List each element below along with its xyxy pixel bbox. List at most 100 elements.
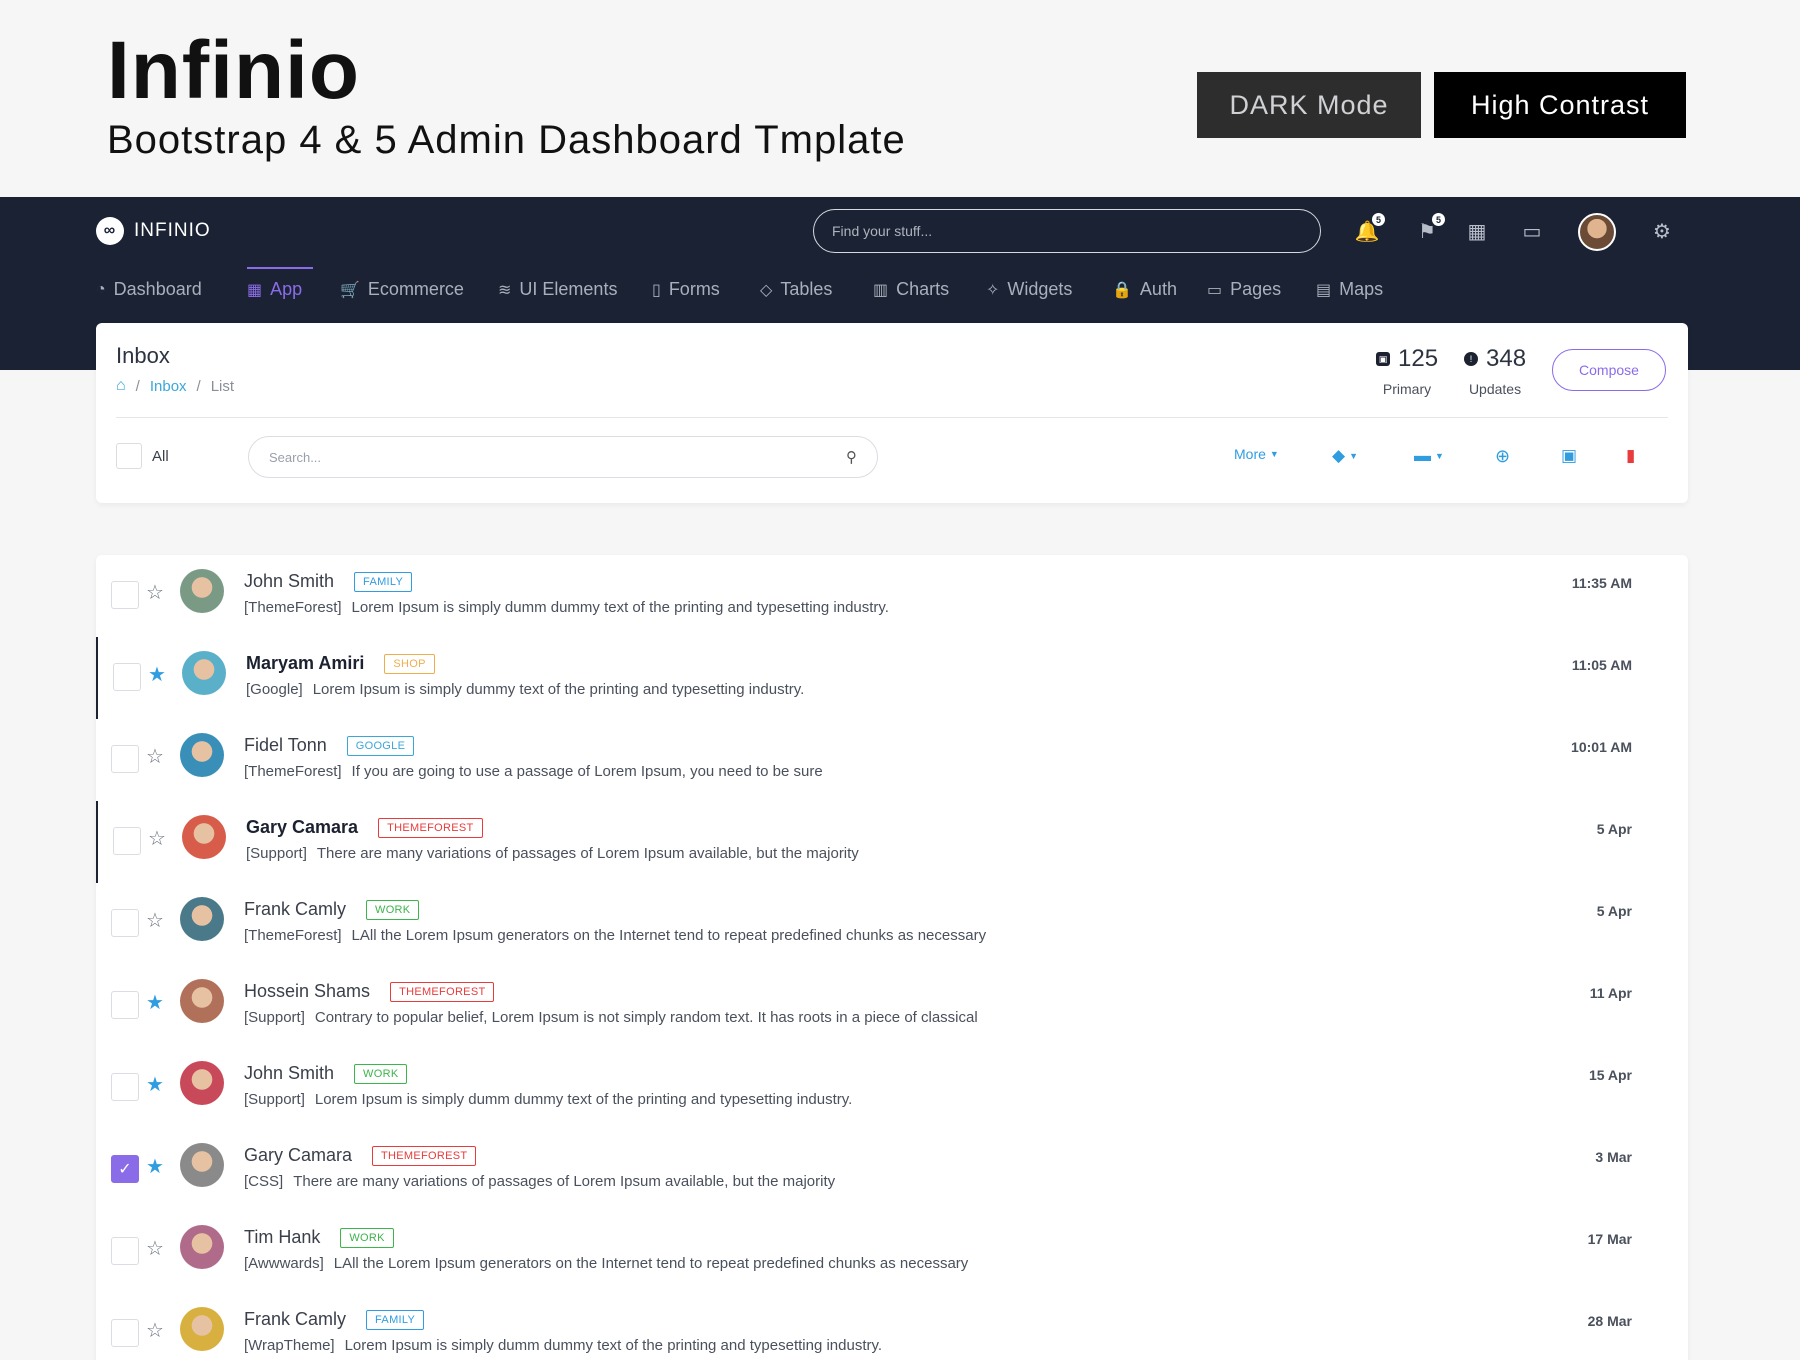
sender-name: Fidel Tonn xyxy=(244,735,327,755)
sender-name: Gary Camara xyxy=(246,817,359,837)
sender-name: John Smith xyxy=(244,571,335,591)
more-dropdown[interactable]: More ▼ xyxy=(1234,446,1279,462)
email-preview: [CSS] There are many variations of passag… xyxy=(244,1173,835,1190)
sender: Frank Camly FAMILY xyxy=(244,1309,425,1330)
add-circle-button[interactable]: ⊕ xyxy=(1495,446,1510,467)
row-checkbox[interactable] xyxy=(111,991,139,1019)
label-badge[interactable]: THEMEFOREST xyxy=(378,817,483,838)
label-badge[interactable]: THEMEFOREST xyxy=(390,981,495,1002)
apps-grid-icon[interactable]: ▦ xyxy=(1463,217,1491,245)
brand-logo[interactable]: ∞ INFINIO xyxy=(96,217,211,245)
dark-mode-button[interactable]: DARK Mode xyxy=(1197,72,1421,138)
email-row[interactable]: ★ Maryam Amiri SHOP [Google] Lorem Ipsum is … xyxy=(96,637,1688,719)
star-icon[interactable]: ★ xyxy=(148,662,166,687)
delete-button[interactable]: ▮ xyxy=(1626,446,1635,466)
star-icon[interactable]: ★ xyxy=(146,990,164,1015)
avatar xyxy=(182,815,226,859)
email-row[interactable]: ★ Hossein Shams THEMEFOREST [Support] Contra… xyxy=(96,965,1688,1047)
high-contrast-button[interactable]: High Contrast xyxy=(1434,72,1686,138)
label-badge[interactable]: GOOGLE xyxy=(346,735,415,756)
nav-item-forms[interactable]: ▯ Forms xyxy=(652,279,720,300)
tag-dropdown[interactable]: ◆ ▼ xyxy=(1332,446,1358,466)
more-label: More xyxy=(1234,446,1266,462)
email-source: [Support] xyxy=(244,1009,305,1026)
nav-item-widgets[interactable]: ✧ Widgets xyxy=(986,279,1072,300)
nav-label: Maps xyxy=(1339,279,1384,299)
caret-down-icon: ▼ xyxy=(1269,449,1279,459)
email-time: 28 Mar xyxy=(1587,1313,1632,1329)
label-badge[interactable]: WORK xyxy=(340,1227,394,1248)
label-badge[interactable]: WORK xyxy=(354,1063,408,1084)
row-checkbox[interactable] xyxy=(111,745,139,773)
email-row[interactable]: ✓ ★ Gary Camara THEMEFOREST [CSS] There are m… xyxy=(96,1129,1688,1211)
compose-button[interactable]: Compose xyxy=(1552,349,1666,391)
email-snippet: LAll the Lorem Ipsum generators on the I… xyxy=(351,927,987,944)
email-row[interactable]: ☆ Gary Camara THEMEFOREST [Support] There ar… xyxy=(96,801,1688,883)
row-checkbox[interactable]: ✓ xyxy=(111,1155,139,1183)
nav-item-pages[interactable]: ▭ Pages xyxy=(1207,279,1281,300)
email-row[interactable]: ☆ Fidel Tonn GOOGLE [ThemeForest] If you are… xyxy=(96,719,1688,801)
row-checkbox[interactable] xyxy=(111,1319,139,1347)
label-badge[interactable]: WORK xyxy=(366,899,420,920)
email-row[interactable]: ☆ John Smith FAMILY [ThemeForest] Lorem Ipsu… xyxy=(96,555,1688,637)
breadcrumb-inbox-link[interactable]: Inbox xyxy=(150,378,187,395)
star-icon[interactable]: ☆ xyxy=(146,580,164,605)
row-checkbox[interactable] xyxy=(111,581,139,609)
nav-item-ui-elements[interactable]: ≋ UI Elements xyxy=(498,279,617,300)
folder-icon: ▬ xyxy=(1414,446,1431,465)
star-icon[interactable]: ★ xyxy=(146,1072,164,1097)
nav-label: Charts xyxy=(896,279,950,299)
home-icon[interactable]: ⌂ xyxy=(116,377,126,395)
email-snippet: If you are going to use a passage of Lor… xyxy=(351,763,823,780)
star-icon[interactable]: ☆ xyxy=(146,908,164,933)
email-preview: [Support] Contrary to popular belief, Lor… xyxy=(244,1009,978,1026)
page-title: Inbox xyxy=(116,343,170,368)
nav-item-auth[interactable]: 🔒 Auth xyxy=(1112,279,1177,300)
select-all[interactable]: All xyxy=(116,443,169,469)
email-snippet: Lorem Ipsum is simply dummy text of the … xyxy=(312,681,805,698)
star-icon[interactable]: ☆ xyxy=(146,1318,164,1343)
select-all-checkbox[interactable] xyxy=(116,443,142,469)
email-snippet: There are many variations of passages of… xyxy=(293,1173,836,1190)
email-time: 11:35 AM xyxy=(1571,575,1632,591)
star-icon[interactable]: ☆ xyxy=(146,1236,164,1261)
sender-name: Hossein Shams xyxy=(244,981,371,1001)
archive-button[interactable]: ▣ xyxy=(1561,446,1577,466)
label-badge[interactable]: FAMILY xyxy=(366,1309,425,1330)
email-row[interactable]: ☆ Tim Hank WORK [Awwwards] LAll the Lorem Ip… xyxy=(96,1211,1688,1293)
chat-icon[interactable]: ▭ xyxy=(1518,217,1546,245)
alert-icon: ! xyxy=(1464,352,1478,366)
row-checkbox[interactable] xyxy=(111,1237,139,1265)
star-icon[interactable]: ★ xyxy=(146,1154,164,1179)
row-checkbox[interactable] xyxy=(111,909,139,937)
folder-dropdown[interactable]: ▬ ▼ xyxy=(1414,446,1444,466)
email-row[interactable]: ☆ Frank Camly FAMILY [WrapTheme] Lorem Ipsum… xyxy=(96,1293,1688,1360)
nav-item-maps[interactable]: ▤ Maps xyxy=(1316,279,1383,300)
nav-item-app[interactable]: ▦ App xyxy=(247,279,302,300)
user-avatar[interactable] xyxy=(1578,213,1616,251)
settings-sliders-icon[interactable]: ⚙ xyxy=(1648,217,1676,245)
row-checkbox[interactable] xyxy=(113,827,141,855)
nav-item-tables[interactable]: ◇ Tables xyxy=(760,279,832,300)
inbox-search-input[interactable]: Search... ⚲ xyxy=(248,436,878,478)
star-icon[interactable]: ☆ xyxy=(146,744,164,769)
row-checkbox[interactable] xyxy=(113,663,141,691)
label-badge[interactable]: SHOP xyxy=(384,653,435,674)
nav-item-dashboard[interactable]: ◔ Dashboard xyxy=(96,279,202,300)
email-preview: [ThemeForest] If you are going to use a p… xyxy=(244,763,823,780)
flag-icon[interactable]: ⚑ 5 xyxy=(1413,213,1445,245)
global-search-input[interactable]: Find your stuff... xyxy=(813,209,1321,253)
nav-item-ecommerce[interactable]: 🛒 Ecommerce xyxy=(340,279,464,300)
email-row[interactable]: ☆ Frank Camly WORK [ThemeForest] LAll the Lo… xyxy=(96,883,1688,965)
nav-label: Widgets xyxy=(1007,279,1073,299)
nav-label: App xyxy=(270,279,303,299)
label-badge[interactable]: FAMILY xyxy=(354,571,413,592)
bell-icon[interactable]: 🔔 5 xyxy=(1353,213,1385,245)
email-row[interactable]: ★ John Smith WORK [Support] Lorem Ipsum is s… xyxy=(96,1047,1688,1129)
label-badge[interactable]: THEMEFOREST xyxy=(372,1145,477,1166)
notification-badge: 5 xyxy=(1372,213,1385,226)
search-icon[interactable]: ⚲ xyxy=(846,448,857,466)
row-checkbox[interactable] xyxy=(111,1073,139,1101)
star-icon[interactable]: ☆ xyxy=(148,826,166,851)
nav-item-charts[interactable]: ▥ Charts xyxy=(873,279,949,300)
